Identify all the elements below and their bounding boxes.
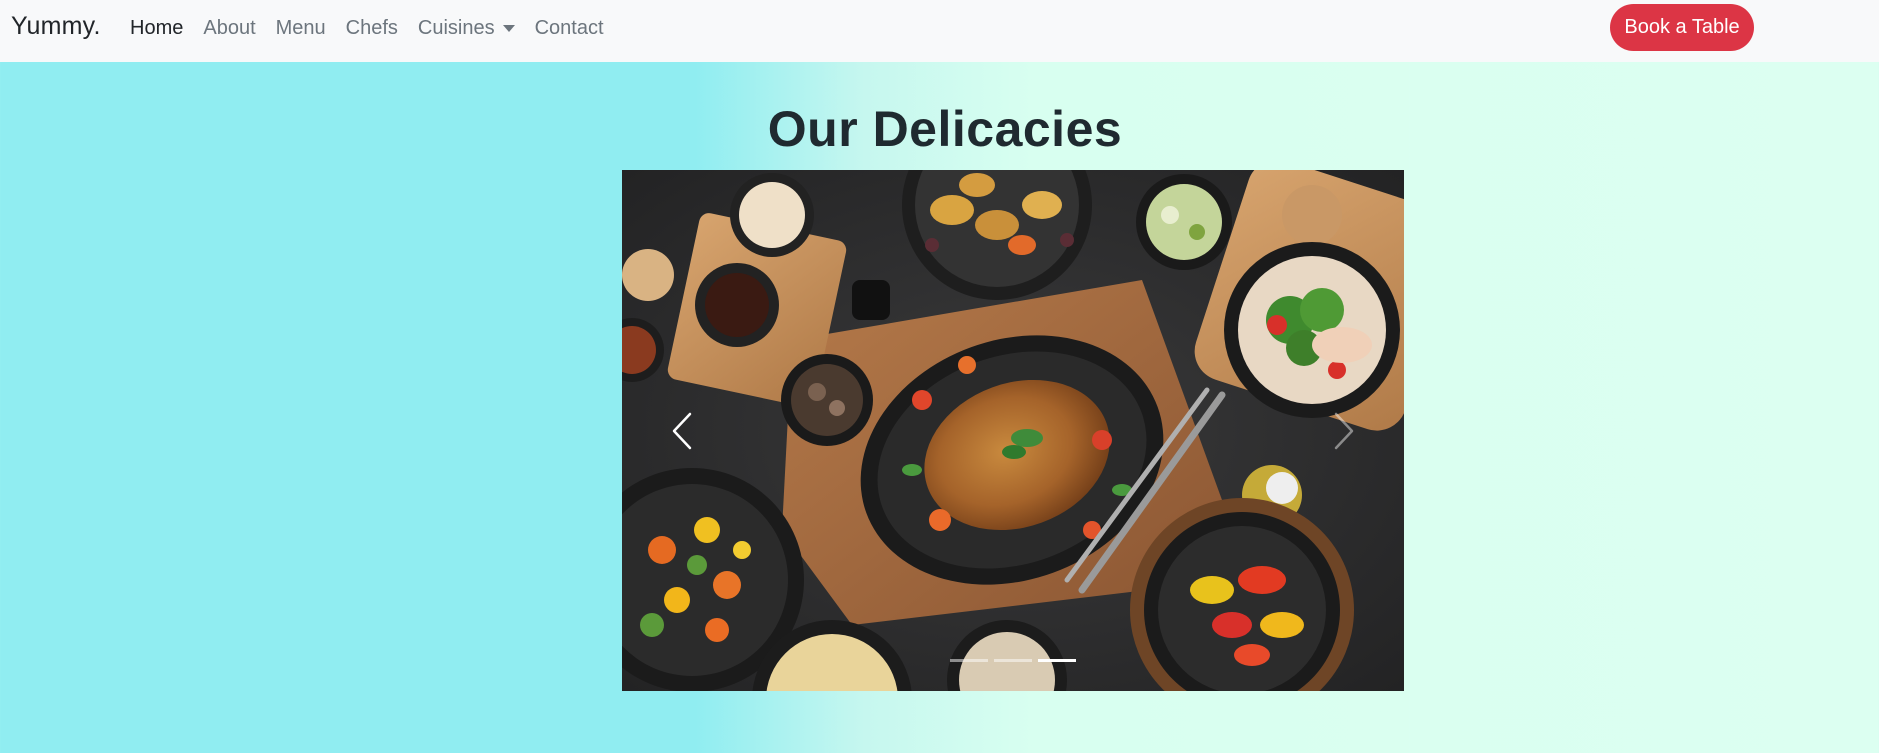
nav-link-menu[interactable]: Menu [266, 17, 336, 40]
book-a-table-button[interactable]: Book a Table [1610, 4, 1754, 51]
section-title: Our Delicacies [767, 101, 1123, 157]
delicacies-carousel [622, 170, 1404, 691]
nav-links: Home About Menu Chefs Cuisines Contact [120, 0, 614, 56]
carousel-indicator-1[interactable] [950, 659, 988, 662]
nav-link-home[interactable]: Home [120, 17, 193, 40]
carousel-indicator-3[interactable] [1038, 659, 1076, 662]
caret-down-icon [502, 24, 515, 32]
nav-link-about[interactable]: About [193, 17, 265, 40]
carousel-indicators [622, 659, 1404, 662]
nav-dropdown-cuisines[interactable]: Cuisines [408, 17, 525, 40]
nav-link-contact[interactable]: Contact [525, 17, 614, 40]
chevron-left-icon [672, 412, 692, 449]
nav-dropdown-cuisines-label: Cuisines [417, 16, 495, 39]
top-navbar: Yummy. Home About Menu Chefs Cuisines Co… [0, 0, 1879, 62]
nav-link-chefs[interactable]: Chefs [336, 17, 408, 40]
carousel-indicator-2[interactable] [994, 659, 1032, 662]
carousel-prev-button[interactable] [622, 170, 742, 691]
carousel-next-button[interactable] [1284, 170, 1404, 691]
chevron-right-icon [1334, 412, 1354, 449]
brand-logo[interactable]: Yummy. [11, 12, 101, 41]
